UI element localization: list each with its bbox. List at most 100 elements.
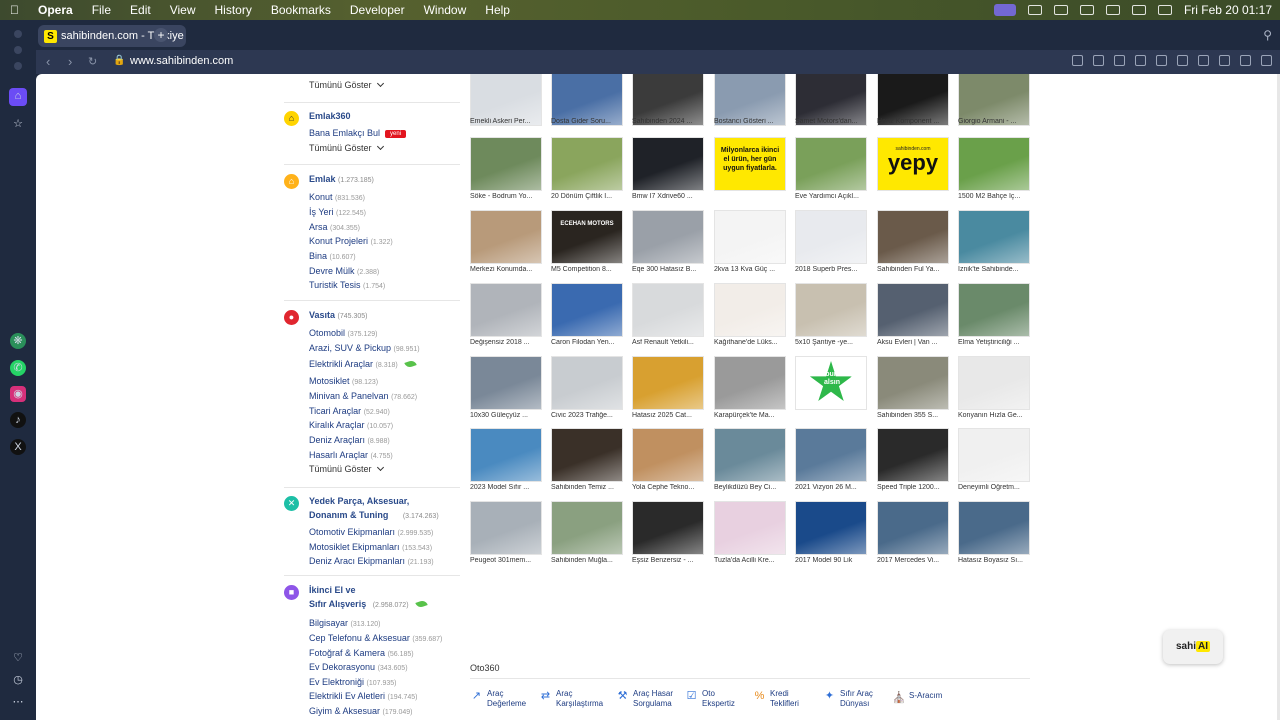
listing-title[interactable]: İznik'te Sahibinde... [958, 266, 1032, 273]
subcategory-link[interactable]: Ev Elektroniği (107.935) [309, 677, 397, 687]
instagram-icon[interactable]: ◉ [10, 386, 26, 402]
subcategory-link[interactable]: Konut (831.536) [309, 192, 365, 202]
window-zoom-dot[interactable] [14, 62, 22, 70]
listing-title[interactable]: M5 Competition 8... [551, 266, 625, 273]
listing-thumbnail[interactable] [714, 356, 786, 410]
listing-thumbnail[interactable] [795, 501, 867, 555]
listing-thumbnail[interactable] [877, 428, 949, 482]
listing-thumbnail[interactable] [470, 501, 542, 555]
listing-thumbnail[interactable] [877, 356, 949, 410]
check-icon[interactable] [1156, 55, 1167, 66]
listing-thumbnail[interactable] [470, 356, 542, 410]
category-title[interactable]: Emlak (1.273.185) [309, 174, 374, 184]
wifi-icon[interactable] [1131, 5, 1146, 15]
listing-thumbnail[interactable]: Milyonlarca ikinci el ürün, her gün uygu… [714, 137, 786, 191]
listing-thumbnail[interactable] [714, 501, 786, 555]
tab-search-icon[interactable]: ⚲ [1263, 28, 1272, 42]
listing-title[interactable]: Değişensiz 2018 ... [470, 339, 544, 346]
menu-window[interactable]: Window [424, 3, 467, 17]
x-twitter-icon[interactable]: X [10, 439, 26, 455]
oto360-s-aracim[interactable]: ⛪ S-Aracım [892, 691, 942, 705]
listing-title[interactable]: Emekli Askeri Per... [470, 118, 544, 125]
category-title-line2[interactable]: Sıfır Alışveriş (2.958.072) [309, 599, 428, 609]
listing-thumbnail[interactable]: ECEHAN MOTORS [551, 210, 623, 264]
listing-thumbnail[interactable] [795, 210, 867, 264]
listing-title[interactable]: 2021 Vizyon 26 M... [795, 484, 869, 491]
status-app-icon[interactable] [993, 4, 1016, 16]
listing-title[interactable]: Eve Yardımcı Açıkl... [795, 193, 869, 200]
status-play-icon[interactable] [1053, 5, 1068, 15]
subcategory-link[interactable]: Bilgisayar (313.120) [309, 618, 381, 628]
listing-thumbnail[interactable] [551, 356, 623, 410]
listing-title[interactable]: Samet Motors'dan... [795, 118, 869, 125]
listing-thumbnail[interactable] [632, 428, 704, 482]
listing-thumbnail[interactable] [958, 356, 1030, 410]
reload-icon[interactable]: ↻ [88, 55, 97, 68]
subcategory-link[interactable]: Giyim & Aksesuar (179.049) [309, 706, 413, 716]
listing-title[interactable]: Caron Filodan Yen... [551, 339, 625, 346]
listing-thumbnail[interactable] [877, 283, 949, 337]
subcategory-link[interactable]: Minivan & Panelvan (78.662) [309, 391, 417, 401]
listing-thumbnail[interactable] [877, 210, 949, 264]
listing-thumbnail[interactable] [632, 210, 704, 264]
snapshot-icon[interactable] [1093, 55, 1104, 66]
forward-arrow-icon[interactable]: › [68, 54, 72, 69]
bookmark-star-icon[interactable]: ☆ [10, 116, 26, 132]
home-icon[interactable]: ⌂ [9, 88, 27, 106]
listing-title[interactable]: Sahibinden Temiz ... [551, 484, 625, 491]
listing-title[interactable]: Speed Triple 1200... [877, 484, 951, 491]
listing-title[interactable]: Yola Cephe Tekno... [632, 484, 706, 491]
listing-thumbnail[interactable] [632, 283, 704, 337]
menu-app-name[interactable]: Opera [38, 3, 73, 17]
listing-title[interactable]: 5x10 Şantiye -ye... [795, 339, 869, 346]
category-title[interactable]: Emlak360 [309, 111, 351, 121]
subcategory-link[interactable]: Arazi, SUV & Pickup (98.951) [309, 343, 420, 353]
whatsapp-icon[interactable]: ✆ [10, 360, 26, 376]
listing-thumbnail[interactable] [632, 501, 704, 555]
vpn-icon[interactable] [1135, 55, 1146, 66]
apple-icon[interactable]:  [10, 3, 19, 17]
subcategory-link[interactable]: Devre Mülk (2.388) [309, 266, 379, 276]
listing-thumbnail[interactable] [551, 283, 623, 337]
subcategory-link[interactable]: Elektrikli Ev Aletleri (194.745) [309, 691, 418, 701]
listing-thumbnail[interactable] [958, 501, 1030, 555]
listing-thumbnail[interactable] [958, 137, 1030, 191]
listing-title[interactable]: Deneyimli Öğretm... [958, 484, 1032, 491]
category-title[interactable]: İkinci El ve [309, 585, 356, 595]
menu-bookmarks[interactable]: Bookmarks [271, 3, 331, 17]
tiktok-icon[interactable]: ♪ [10, 412, 26, 428]
subcategory-link[interactable]: Otomobil (375.129) [309, 328, 378, 338]
listing-thumbnail[interactable]: sahibinden.com yepy [877, 137, 949, 191]
battery-icon[interactable] [1105, 5, 1120, 15]
menu-edit[interactable]: Edit [130, 3, 151, 17]
category-title[interactable]: Yedek Parça, Aksesuar, [309, 496, 409, 506]
listing-thumbnail[interactable] [795, 137, 867, 191]
listing-title[interactable]: 2017 Mercedes Vi... [877, 557, 951, 564]
menu-lines-icon[interactable] [1240, 55, 1251, 66]
control-center-icon[interactable] [1157, 5, 1172, 15]
listing-title[interactable]: Eşsiz Benzersiz - ... [632, 557, 706, 564]
heart-icon[interactable]: ♡ [10, 650, 26, 666]
window-close-dot[interactable] [14, 30, 22, 38]
menu-file[interactable]: File [92, 3, 111, 17]
chatgpt-icon[interactable]: ❋ [10, 333, 26, 349]
listing-thumbnail[interactable] [877, 501, 949, 555]
settings-cube-icon[interactable] [1261, 55, 1272, 66]
oto360-hasar-sorgulama[interactable]: ⚒ Araç Hasar Sorgulama [616, 689, 673, 709]
subcategory-link[interactable]: Motosiklet (98.123) [309, 376, 378, 386]
listing-thumbnail[interactable] [551, 137, 623, 191]
listing-thumbnail[interactable] [714, 210, 786, 264]
menu-help[interactable]: Help [485, 3, 510, 17]
listing-title[interactable]: 2023 Model Sıfır ... [470, 484, 544, 491]
listing-title[interactable]: Elma Yetiştiriciliği ... [958, 339, 1032, 346]
oto360-kredi-teklifleri[interactable]: % Kredi Teklifleri [753, 689, 799, 709]
heart-outline-icon[interactable] [1177, 55, 1188, 66]
subcategory-link[interactable]: Turistik Tesis (1.754) [309, 280, 385, 290]
listing-title[interactable]: Bmw I7 Xdrive60 ... [632, 193, 706, 200]
status-search-icon[interactable] [1079, 5, 1094, 15]
download-icon[interactable] [1219, 55, 1230, 66]
listing-thumbnail[interactable] [632, 356, 704, 410]
listing-title[interactable]: Konyanın Hızla Ge... [958, 412, 1032, 419]
listing-thumbnail[interactable] [714, 283, 786, 337]
subcategory-link[interactable]: Cep Telefonu & Aksesuar (359.687) [309, 633, 442, 643]
